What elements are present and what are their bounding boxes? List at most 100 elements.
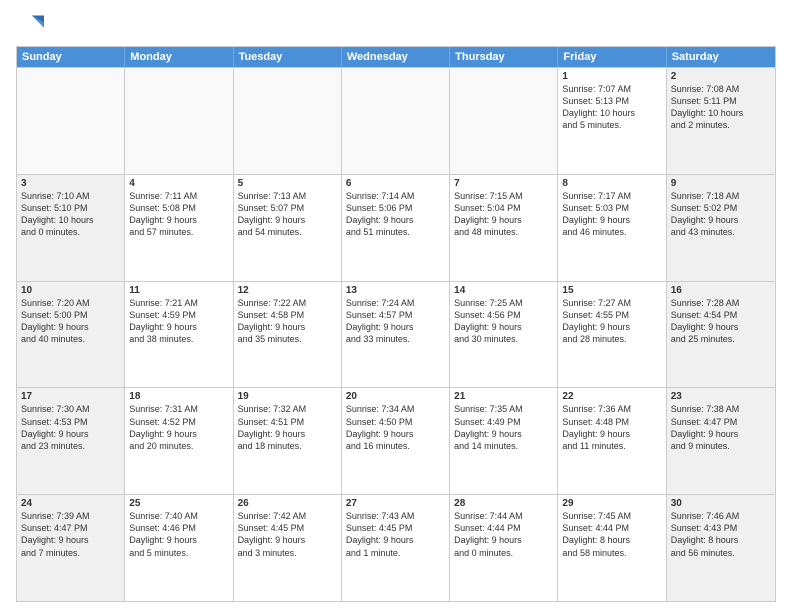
day-number: 18: [129, 391, 228, 402]
calendar-cell: 11Sunrise: 7:21 AM Sunset: 4:59 PM Dayli…: [125, 282, 233, 388]
day-info: Sunrise: 7:14 AM Sunset: 5:06 PM Dayligh…: [346, 190, 445, 239]
calendar-cell: 22Sunrise: 7:36 AM Sunset: 4:48 PM Dayli…: [558, 388, 666, 494]
calendar-cell: 12Sunrise: 7:22 AM Sunset: 4:58 PM Dayli…: [234, 282, 342, 388]
calendar-cell: 27Sunrise: 7:43 AM Sunset: 4:45 PM Dayli…: [342, 495, 450, 601]
calendar-cell: [342, 68, 450, 174]
day-number: 15: [562, 285, 661, 296]
day-number: 9: [671, 178, 771, 189]
header-day-saturday: Saturday: [667, 47, 775, 67]
day-number: 7: [454, 178, 553, 189]
header-day-monday: Monday: [125, 47, 233, 67]
day-number: 23: [671, 391, 771, 402]
calendar-cell: [17, 68, 125, 174]
day-number: 19: [238, 391, 337, 402]
calendar-cell: 30Sunrise: 7:46 AM Sunset: 4:43 PM Dayli…: [667, 495, 775, 601]
calendar-cell: 7Sunrise: 7:15 AM Sunset: 5:04 PM Daylig…: [450, 175, 558, 281]
day-number: 1: [562, 71, 661, 82]
day-info: Sunrise: 7:34 AM Sunset: 4:50 PM Dayligh…: [346, 403, 445, 452]
day-number: 24: [21, 498, 120, 509]
calendar-cell: 8Sunrise: 7:17 AM Sunset: 5:03 PM Daylig…: [558, 175, 666, 281]
calendar-cell: 21Sunrise: 7:35 AM Sunset: 4:49 PM Dayli…: [450, 388, 558, 494]
calendar-row-2: 10Sunrise: 7:20 AM Sunset: 5:00 PM Dayli…: [17, 281, 775, 388]
header-day-sunday: Sunday: [17, 47, 125, 67]
calendar-cell: [450, 68, 558, 174]
calendar-cell: 10Sunrise: 7:20 AM Sunset: 5:00 PM Dayli…: [17, 282, 125, 388]
day-info: Sunrise: 7:22 AM Sunset: 4:58 PM Dayligh…: [238, 297, 337, 346]
day-number: 10: [21, 285, 120, 296]
calendar-cell: 16Sunrise: 7:28 AM Sunset: 4:54 PM Dayli…: [667, 282, 775, 388]
day-info: Sunrise: 7:45 AM Sunset: 4:44 PM Dayligh…: [562, 510, 661, 559]
day-info: Sunrise: 7:13 AM Sunset: 5:07 PM Dayligh…: [238, 190, 337, 239]
day-number: 30: [671, 498, 771, 509]
day-number: 5: [238, 178, 337, 189]
day-info: Sunrise: 7:08 AM Sunset: 5:11 PM Dayligh…: [671, 83, 771, 132]
calendar-cell: [125, 68, 233, 174]
day-number: 28: [454, 498, 553, 509]
day-number: 20: [346, 391, 445, 402]
header-day-tuesday: Tuesday: [234, 47, 342, 67]
day-info: Sunrise: 7:07 AM Sunset: 5:13 PM Dayligh…: [562, 83, 661, 132]
calendar-cell: [234, 68, 342, 174]
header: [16, 12, 776, 40]
day-info: Sunrise: 7:17 AM Sunset: 5:03 PM Dayligh…: [562, 190, 661, 239]
calendar-cell: 13Sunrise: 7:24 AM Sunset: 4:57 PM Dayli…: [342, 282, 450, 388]
page: SundayMondayTuesdayWednesdayThursdayFrid…: [0, 0, 792, 612]
calendar-cell: 23Sunrise: 7:38 AM Sunset: 4:47 PM Dayli…: [667, 388, 775, 494]
calendar-row-3: 17Sunrise: 7:30 AM Sunset: 4:53 PM Dayli…: [17, 387, 775, 494]
day-info: Sunrise: 7:21 AM Sunset: 4:59 PM Dayligh…: [129, 297, 228, 346]
day-info: Sunrise: 7:42 AM Sunset: 4:45 PM Dayligh…: [238, 510, 337, 559]
day-info: Sunrise: 7:44 AM Sunset: 4:44 PM Dayligh…: [454, 510, 553, 559]
day-number: 17: [21, 391, 120, 402]
calendar-cell: 9Sunrise: 7:18 AM Sunset: 5:02 PM Daylig…: [667, 175, 775, 281]
logo-icon: [16, 12, 44, 40]
day-number: 25: [129, 498, 228, 509]
calendar-header: SundayMondayTuesdayWednesdayThursdayFrid…: [17, 47, 775, 67]
calendar-cell: 15Sunrise: 7:27 AM Sunset: 4:55 PM Dayli…: [558, 282, 666, 388]
calendar-cell: 3Sunrise: 7:10 AM Sunset: 5:10 PM Daylig…: [17, 175, 125, 281]
day-info: Sunrise: 7:31 AM Sunset: 4:52 PM Dayligh…: [129, 403, 228, 452]
calendar-row-1: 3Sunrise: 7:10 AM Sunset: 5:10 PM Daylig…: [17, 174, 775, 281]
calendar-cell: 19Sunrise: 7:32 AM Sunset: 4:51 PM Dayli…: [234, 388, 342, 494]
calendar-row-0: 1Sunrise: 7:07 AM Sunset: 5:13 PM Daylig…: [17, 67, 775, 174]
day-info: Sunrise: 7:24 AM Sunset: 4:57 PM Dayligh…: [346, 297, 445, 346]
calendar-row-4: 24Sunrise: 7:39 AM Sunset: 4:47 PM Dayli…: [17, 494, 775, 601]
day-number: 4: [129, 178, 228, 189]
day-number: 16: [671, 285, 771, 296]
calendar-cell: 24Sunrise: 7:39 AM Sunset: 4:47 PM Dayli…: [17, 495, 125, 601]
day-info: Sunrise: 7:39 AM Sunset: 4:47 PM Dayligh…: [21, 510, 120, 559]
day-number: 2: [671, 71, 771, 82]
calendar-cell: 1Sunrise: 7:07 AM Sunset: 5:13 PM Daylig…: [558, 68, 666, 174]
calendar-cell: 25Sunrise: 7:40 AM Sunset: 4:46 PM Dayli…: [125, 495, 233, 601]
calendar-cell: 26Sunrise: 7:42 AM Sunset: 4:45 PM Dayli…: [234, 495, 342, 601]
day-info: Sunrise: 7:11 AM Sunset: 5:08 PM Dayligh…: [129, 190, 228, 239]
header-day-thursday: Thursday: [450, 47, 558, 67]
day-number: 6: [346, 178, 445, 189]
calendar-cell: 2Sunrise: 7:08 AM Sunset: 5:11 PM Daylig…: [667, 68, 775, 174]
calendar-cell: 5Sunrise: 7:13 AM Sunset: 5:07 PM Daylig…: [234, 175, 342, 281]
day-info: Sunrise: 7:30 AM Sunset: 4:53 PM Dayligh…: [21, 403, 120, 452]
day-info: Sunrise: 7:40 AM Sunset: 4:46 PM Dayligh…: [129, 510, 228, 559]
calendar-cell: 17Sunrise: 7:30 AM Sunset: 4:53 PM Dayli…: [17, 388, 125, 494]
calendar-cell: 4Sunrise: 7:11 AM Sunset: 5:08 PM Daylig…: [125, 175, 233, 281]
logo: [16, 12, 46, 40]
calendar: SundayMondayTuesdayWednesdayThursdayFrid…: [16, 46, 776, 602]
day-info: Sunrise: 7:28 AM Sunset: 4:54 PM Dayligh…: [671, 297, 771, 346]
day-info: Sunrise: 7:35 AM Sunset: 4:49 PM Dayligh…: [454, 403, 553, 452]
calendar-cell: 14Sunrise: 7:25 AM Sunset: 4:56 PM Dayli…: [450, 282, 558, 388]
day-info: Sunrise: 7:32 AM Sunset: 4:51 PM Dayligh…: [238, 403, 337, 452]
day-info: Sunrise: 7:10 AM Sunset: 5:10 PM Dayligh…: [21, 190, 120, 239]
day-number: 13: [346, 285, 445, 296]
day-number: 14: [454, 285, 553, 296]
calendar-body: 1Sunrise: 7:07 AM Sunset: 5:13 PM Daylig…: [17, 67, 775, 601]
day-number: 12: [238, 285, 337, 296]
header-day-wednesday: Wednesday: [342, 47, 450, 67]
day-info: Sunrise: 7:15 AM Sunset: 5:04 PM Dayligh…: [454, 190, 553, 239]
day-info: Sunrise: 7:36 AM Sunset: 4:48 PM Dayligh…: [562, 403, 661, 452]
day-number: 22: [562, 391, 661, 402]
day-number: 3: [21, 178, 120, 189]
day-info: Sunrise: 7:27 AM Sunset: 4:55 PM Dayligh…: [562, 297, 661, 346]
calendar-cell: 29Sunrise: 7:45 AM Sunset: 4:44 PM Dayli…: [558, 495, 666, 601]
day-number: 8: [562, 178, 661, 189]
header-day-friday: Friday: [558, 47, 666, 67]
day-number: 26: [238, 498, 337, 509]
